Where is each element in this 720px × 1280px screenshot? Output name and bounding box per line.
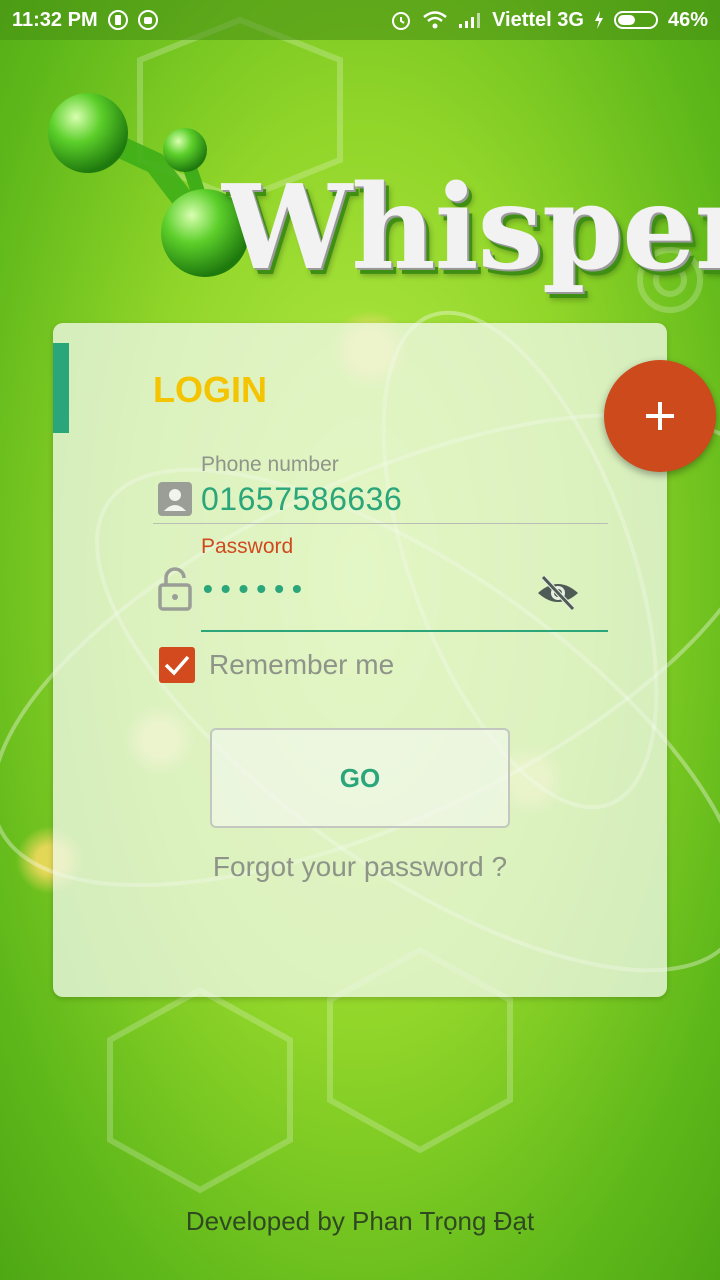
battery-fill [617, 15, 635, 25]
lock-icon [157, 567, 193, 611]
password-underline [201, 630, 608, 632]
remember-me-label: Remember me [209, 649, 395, 680]
phone-underline [153, 523, 608, 524]
phone-label: Phone number [201, 453, 339, 476]
android-icon [137, 10, 158, 30]
forgot-password-link[interactable]: Forgot your password ? [53, 851, 667, 883]
battery-icon [613, 11, 658, 29]
alarm-icon [390, 9, 412, 31]
login-card: LOGIN Phone number 01657586636 Password … [53, 323, 667, 997]
signal-icon [458, 11, 482, 29]
battery-percent: 46% [667, 8, 708, 31]
logo-text: Whisper [222, 160, 720, 296]
phone-input[interactable]: 01657586636 [201, 481, 402, 518]
checkmark-icon[interactable] [159, 647, 195, 683]
person-icon [157, 481, 193, 517]
developer-credit: Developed by Phan Trọng Đạt [185, 1206, 535, 1236]
status-bar: 11:32 PM Viettel 3G 46% [0, 0, 720, 40]
go-button[interactable]: GO [210, 728, 510, 828]
charging-icon [594, 11, 604, 29]
eye-off-icon[interactable] [535, 573, 581, 613]
app-logo: Whisper [40, 88, 720, 288]
password-input[interactable]: •••••• [203, 573, 310, 605]
phone-status-icon [107, 10, 128, 30]
add-fab-button[interactable] [604, 360, 716, 472]
password-label: Password [201, 535, 294, 558]
login-title: LOGIN [153, 369, 267, 410]
carrier-name: Viettel 3G [492, 8, 584, 31]
status-time: 11:32 PM [12, 8, 98, 31]
card-accent-bar [53, 343, 69, 433]
wifi-icon [422, 10, 448, 30]
plus-icon [646, 402, 674, 430]
remember-me-checkbox[interactable]: Remember me [159, 647, 394, 683]
